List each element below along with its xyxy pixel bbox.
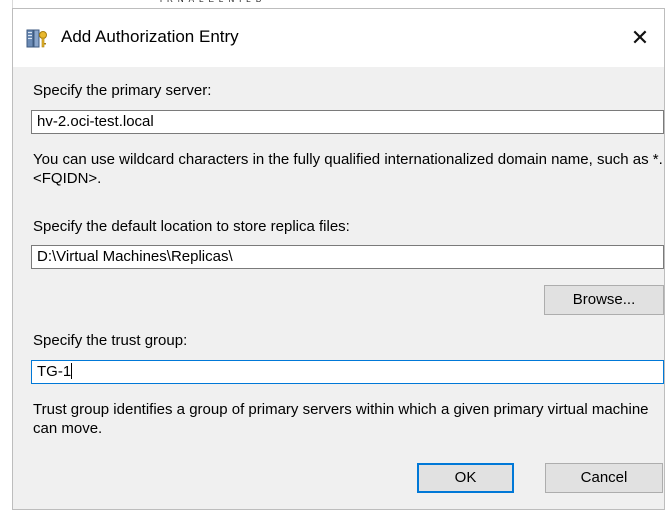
close-icon: ✕: [630, 25, 650, 50]
trust-group-value: TG-1: [37, 363, 72, 380]
server-key-icon: [26, 29, 47, 48]
replica-location-label: Specify the default location to store re…: [33, 218, 350, 235]
ok-button[interactable]: OK: [417, 463, 514, 493]
close-button[interactable]: ✕: [616, 21, 664, 57]
add-authorization-entry-dialog: Add Authorization Entry ✕ Specify the pr…: [12, 8, 665, 510]
browse-button[interactable]: Browse...: [544, 285, 664, 315]
text-caret: [71, 363, 73, 379]
primary-server-note: You can use wildcard characters in the f…: [33, 151, 663, 187]
primary-server-label: Specify the primary server:: [33, 82, 212, 99]
dialog-title: Add Authorization Entry: [61, 27, 239, 46]
cancel-button[interactable]: Cancel: [545, 463, 663, 493]
trust-group-note: Trust group identifies a group of primar…: [33, 401, 649, 437]
background-window-text: ᐩ ᴵ ᴿ ᴺ ᴬ ᴸ ᴱ ᴸ ᴺ ᴵ ᴸ ᴮ: [150, 0, 263, 8]
title-bar: Add Authorization Entry ✕: [13, 9, 664, 67]
trust-group-label: Specify the trust group:: [33, 332, 188, 349]
trust-group-input[interactable]: TG-1: [31, 360, 664, 384]
primary-server-input[interactable]: hv-2.oci-test.local: [31, 110, 664, 134]
replica-location-input[interactable]: D:\Virtual Machines\Replicas\: [31, 245, 664, 269]
